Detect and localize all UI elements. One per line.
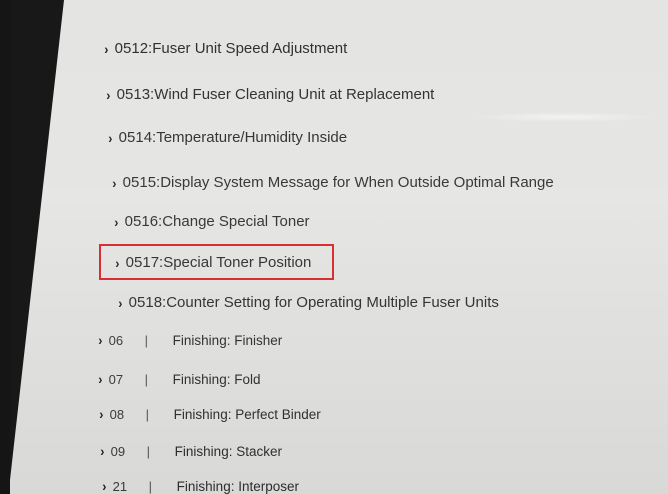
category-item-07[interactable]: › 07 | Finishing: Fold <box>98 371 260 387</box>
category-label: Finishing: Perfect Binder <box>173 406 321 422</box>
category-number: 07 <box>108 371 124 387</box>
category-separator: | <box>148 478 153 494</box>
setting-item-0515[interactable]: › 0515:Display System Message for When O… <box>112 174 554 191</box>
chevron-right-icon: › <box>99 406 104 422</box>
category-label: Finishing: Finisher <box>172 332 283 348</box>
display-bezel <box>0 0 10 494</box>
chevron-right-icon: › <box>114 213 119 230</box>
setting-item-0512[interactable]: › 0512:Fuser Unit Speed Adjustment <box>104 40 347 57</box>
category-number: 08 <box>109 406 125 422</box>
chevron-right-icon: › <box>115 254 120 271</box>
photo-of-printer-display: › 0512:Fuser Unit Speed Adjustment › 051… <box>0 0 668 494</box>
category-separator: | <box>145 406 150 422</box>
chevron-right-icon: › <box>102 478 107 494</box>
screen-glare <box>470 112 660 122</box>
setting-item-label: 0515:Display System Message for When Out… <box>122 174 554 191</box>
category-label: Finishing: Stacker <box>174 443 282 459</box>
category-number: 21 <box>112 478 128 494</box>
settings-screen: › 0512:Fuser Unit Speed Adjustment › 051… <box>10 0 668 494</box>
chevron-right-icon: › <box>98 371 103 387</box>
setting-item-label: 0512:Fuser Unit Speed Adjustment <box>114 40 348 57</box>
setting-item-label: 0517:Special Toner Position <box>125 254 312 271</box>
cropped-previous-row <box>250 2 410 10</box>
chevron-right-icon: › <box>98 332 103 348</box>
category-separator: | <box>144 371 149 387</box>
setting-item-0517[interactable]: › 0517:Special Toner Position <box>115 254 311 271</box>
chevron-right-icon: › <box>112 174 117 191</box>
category-separator: | <box>146 443 151 459</box>
chevron-right-icon: › <box>108 129 113 146</box>
setting-item-0518[interactable]: › 0518:Counter Setting for Operating Mul… <box>118 294 499 311</box>
setting-item-0513[interactable]: › 0513:Wind Fuser Cleaning Unit at Repla… <box>106 86 434 103</box>
category-label: Finishing: Fold <box>172 371 261 387</box>
category-item-09[interactable]: › 09 | Finishing: Stacker <box>100 443 282 459</box>
setting-item-label: 0514:Temperature/Humidity Inside <box>118 129 348 146</box>
category-number: 06 <box>108 332 124 348</box>
chevron-right-icon: › <box>100 443 105 459</box>
setting-item-label: 0516:Change Special Toner <box>124 213 310 230</box>
chevron-right-icon: › <box>106 86 111 103</box>
category-label: Finishing: Interposer <box>176 478 299 494</box>
category-item-06[interactable]: › 06 | Finishing: Finisher <box>98 332 282 348</box>
category-item-21[interactable]: › 21 | Finishing: Interposer <box>102 478 299 494</box>
setting-item-label: 0518:Counter Setting for Operating Multi… <box>128 294 499 311</box>
chevron-right-icon: › <box>104 40 109 57</box>
setting-item-label: 0513:Wind Fuser Cleaning Unit at Replace… <box>116 86 435 103</box>
category-item-08[interactable]: › 08 | Finishing: Perfect Binder <box>99 406 321 422</box>
setting-item-0514[interactable]: › 0514:Temperature/Humidity Inside <box>108 129 347 146</box>
category-separator: | <box>144 332 149 348</box>
setting-item-0516[interactable]: › 0516:Change Special Toner <box>114 213 310 230</box>
category-number: 09 <box>110 443 126 459</box>
chevron-right-icon: › <box>118 294 123 311</box>
